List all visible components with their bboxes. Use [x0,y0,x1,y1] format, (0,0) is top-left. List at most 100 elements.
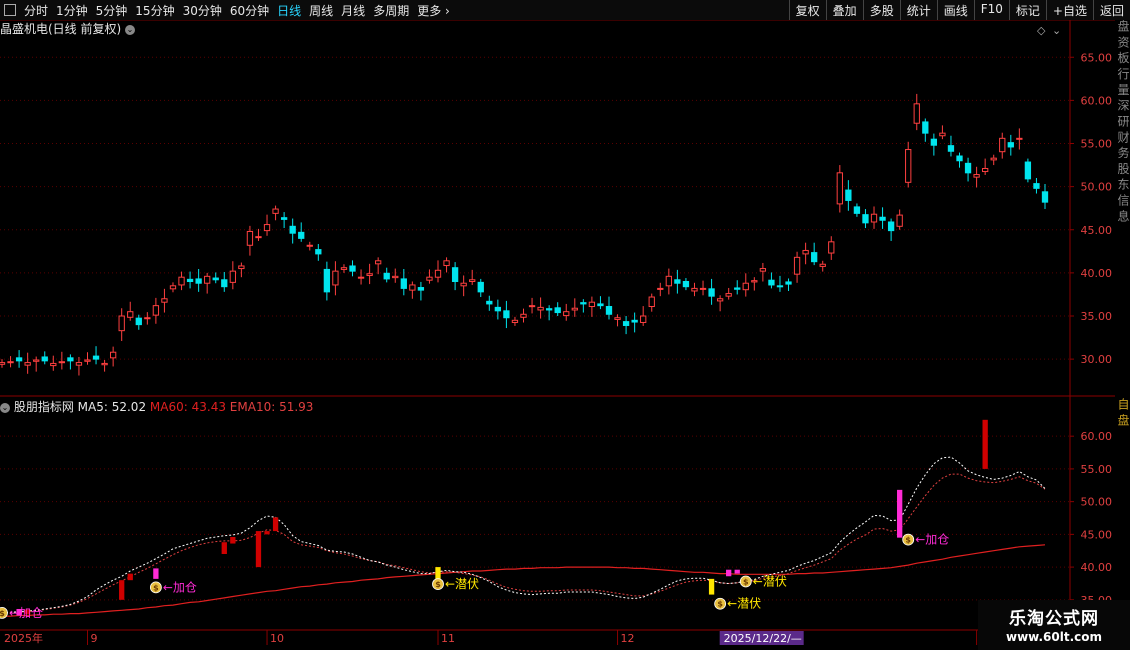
candle [759,268,767,272]
price-tick-label: 55.00 [1081,138,1113,151]
candle [503,310,510,319]
signal-bar-red [272,517,279,532]
candle [520,313,527,318]
candle [67,357,74,362]
candle [127,311,134,318]
money-bag-glyph: $ [0,609,5,618]
right-strip-bottom[interactable]: 自 盘 [1115,398,1130,426]
candle [870,213,878,223]
candle [417,287,425,291]
candle [229,270,236,283]
diamond-icon: ◇ [1037,24,1046,37]
candle [896,214,903,227]
month-label: 9 [90,632,97,645]
candle [716,298,724,302]
candle [204,275,211,284]
candle [563,311,570,317]
candle [853,206,861,214]
candle [349,265,356,272]
candle [238,265,245,270]
candle [195,278,202,284]
candle [657,287,664,290]
signal-bar-magenta [734,569,740,574]
candle [494,306,502,312]
candle [785,281,792,285]
candle [990,157,997,161]
price-tick-label: 50.00 [1081,181,1113,194]
candle [939,132,946,137]
candle [50,362,57,367]
candle [768,279,775,286]
candle [580,302,587,305]
candle [751,280,758,283]
candle [922,121,929,134]
price-tick-label: 65.00 [1081,51,1113,64]
candle [366,273,373,276]
date-start-label: 2025年 [4,631,43,645]
candle [947,145,955,152]
month-label: 10 [270,632,284,645]
candle [451,267,459,283]
candle [298,231,305,239]
signal-label: ←加仓 [163,580,197,594]
candle [263,224,271,232]
money-bag-glyph: $ [153,583,159,592]
indicator-name: 股朋指标网 [13,400,74,414]
signal-bar-red [230,536,236,544]
candle [477,281,484,293]
candle [734,287,741,290]
candle [793,256,801,275]
money-bag-glyph: $ [717,600,723,609]
candle [511,319,519,323]
right-strip-top[interactable]: 盘 资 板 行 量 深 研 财 务 股 东 信 息 [1115,20,1130,390]
candle [144,317,151,320]
candle [1024,161,1032,180]
candle [118,315,125,332]
candle [571,307,578,311]
signal-label: ←潜伏 [753,574,787,588]
candle [1033,183,1040,189]
collapse-icon[interactable]: ⌄ [0,402,10,413]
candle [41,356,48,362]
candle [802,249,809,255]
price-tick-label: 30.00 [1081,353,1113,366]
chart-canvas[interactable]: 65.00 60.00 55.00 50.00 45.00 40.00 35.00 30.00… [0,0,1130,650]
candle [221,279,228,288]
candle [340,267,348,270]
price-tick-label: 45.00 [1081,224,1113,237]
signal-bar-red [982,419,988,469]
candle [665,275,672,287]
candle [332,270,339,286]
right-side-tabs[interactable]: 盘 资 板 行 量 深 研 财 务 股 东 信 息 自 盘 [1115,20,1130,650]
watermark-title: 乐淘公式网 [1009,609,1099,629]
watermark-url: www.60lt.com [1005,630,1103,644]
candle [674,279,681,284]
cursor-date-label: 2025/12/22/— [724,632,802,645]
signal-bar-red [221,542,227,554]
watermark: 乐淘公式网 www.60lt.com [978,600,1130,650]
candle [545,308,553,311]
candle [434,269,442,278]
candle [708,288,715,297]
candle [879,216,886,221]
candle [255,236,262,239]
signal-label: ←潜伏 [445,577,479,591]
candle [819,263,826,267]
candle [7,361,14,364]
candle [246,230,254,246]
candle [33,359,40,362]
money-bag-glyph: $ [435,580,441,589]
candle [84,359,91,362]
ma5-label: MA5: 52.02 [77,400,147,414]
candle [605,306,613,315]
month-label: 11 [441,632,455,645]
signal-bar-magenta [153,568,159,579]
candle [383,272,390,280]
signal-bar-red [127,573,133,581]
candle [212,277,219,281]
candle [699,287,707,290]
indicator-tick-label: 50.00 [1081,496,1113,509]
signal-label: ←加仓 [915,533,949,547]
signal-label: ←加仓 [9,606,43,620]
candle [409,284,416,291]
